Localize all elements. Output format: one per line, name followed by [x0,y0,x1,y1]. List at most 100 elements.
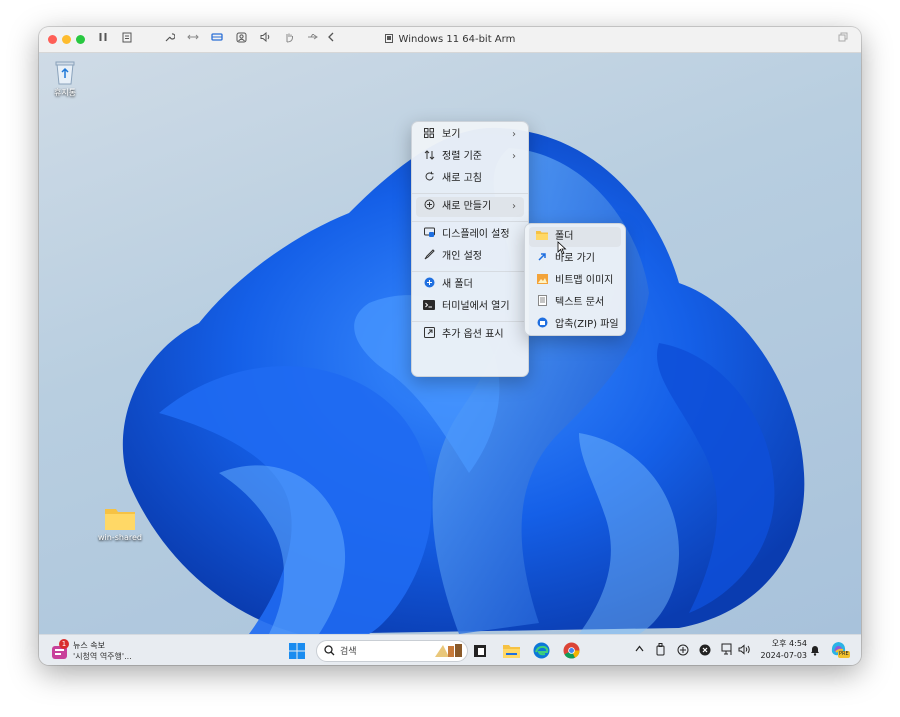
news-widget[interactable]: 1 뉴스 속보 '시청역 역주행'... [51,639,151,663]
menu-item-label: 새로 고침 [442,173,482,184]
more-options-icon [422,325,436,345]
news-title: 뉴스 속보 [73,641,105,650]
menu-item-view[interactable]: 보기 › [416,125,524,145]
clock-date: 2024-07-03 [760,651,808,660]
vm-tools-icon[interactable] [677,644,689,659]
network-icon[interactable] [721,643,734,659]
titlebar: Windows 11 64-bit Arm [39,27,861,53]
mouse-cursor-icon [557,241,567,255]
submenu-item-shortcut[interactable]: 바로 가기 [529,249,621,269]
arrows-icon[interactable] [186,32,200,46]
menu-item-label: 새로 만들기 [442,201,492,212]
pause-icon[interactable] [96,32,110,46]
minimize-button[interactable] [62,35,71,44]
clock-time: 오후 4:54 [771,639,807,648]
menu-item-sort-by[interactable]: 정렬 기준 › [416,147,524,167]
close-circle-icon[interactable] [699,644,711,659]
chevron-up-icon[interactable] [635,644,644,655]
file-explorer-icon [503,645,520,658]
folder-icon [535,227,549,247]
notification-bell-icon[interactable] [810,644,820,659]
chevron-right-icon: › [512,201,516,212]
search-icon [324,645,335,656]
submenu-item-text-document[interactable]: 텍스트 문서 [529,293,621,313]
menu-item-refresh[interactable]: 새로 고침 [416,169,524,189]
chevron-right-icon: › [512,129,516,140]
chrome-icon [563,642,580,659]
wrench-icon[interactable] [162,32,176,46]
menu-item-label: 개인 설정 [442,251,482,262]
menu-item-more-options[interactable]: 추가 옵션 표시 [416,325,524,345]
task-view-button[interactable] [473,641,489,660]
preview-badge: PRE [838,651,850,658]
menu-item-display-settings[interactable]: 디스플레이 설정 [416,225,524,245]
fullscreen-icon[interactable] [836,32,850,46]
search-highlight-icon [435,644,462,657]
folder-icon [92,505,148,533]
refresh-icon [422,169,436,189]
submenu-item-label: 비트맵 이미지 [555,275,614,286]
bitmap-icon [535,271,549,291]
zoom-button[interactable] [76,35,85,44]
snapshot-icon[interactable] [120,32,134,46]
news-subtitle: '시청역 역주행'... [73,652,132,661]
window-title-text: Windows 11 64-bit Arm [398,34,516,45]
plus-circle-icon [422,197,436,217]
desktop[interactable]: 휴지통 win-shared 보기 › 정렬 기준 › 새로 고침 새로 만들기… [39,53,861,634]
search-placeholder: 검색 [340,647,357,657]
desktop-icon-win-shared[interactable]: win-shared [92,505,148,542]
submenu-item-zip[interactable]: 압축(ZIP) 파일 [529,315,621,335]
submenu-item-folder[interactable]: 폴더 [529,227,621,247]
menu-item-personalize[interactable]: 개인 설정 [416,247,524,267]
menu-item-open-terminal[interactable]: 터미널에서 열기 [416,297,524,317]
desktop-icon-label: win-shared [98,533,142,542]
task-view-icon [474,645,486,657]
menu-item-new[interactable]: 새로 만들기 › [416,197,524,217]
taskbar-search[interactable]: 검색 [316,640,468,662]
menu-item-label: 보기 [442,129,461,140]
back-icon[interactable] [324,32,338,46]
start-button[interactable] [289,641,307,660]
desktop-icon-recycle-bin[interactable]: 휴지통 [39,59,93,98]
close-button[interactable] [48,35,57,44]
menu-separator [412,193,528,194]
hand-icon[interactable] [282,32,296,46]
context-menu: 보기 › 정렬 기준 › 새로 고침 새로 만들기 › 디스플레이 설정 개인 … [411,121,529,377]
menu-item-label: 추가 옵션 표시 [442,329,504,340]
menu-item-label: 디스플레이 설정 [442,229,510,240]
menu-separator [412,271,528,272]
user-icon[interactable] [234,32,248,46]
usb-device-icon[interactable] [656,643,665,659]
vm-icon [384,34,396,45]
terminal-icon [422,297,436,317]
edge-button[interactable] [533,641,551,660]
sort-icon [422,147,436,167]
grid-icon [422,125,436,145]
file-explorer-button[interactable] [503,641,521,660]
folder-plus-icon [422,275,436,295]
speaker-icon[interactable] [738,644,751,658]
display-icon [422,225,436,245]
menu-item-new-folder[interactable]: 새 폴더 [416,275,524,295]
submenu-item-label: 압축(ZIP) 파일 [555,319,619,330]
vm-window: Windows 11 64-bit Arm 휴지통 win-shared 보기 … [39,27,861,665]
new-submenu: 폴더 바로 가기 비트맵 이미지 텍스트 문서 압축(ZIP) 파일 [524,223,626,336]
copilot-button[interactable]: PRE [830,640,850,660]
taskbar: 1 뉴스 속보 '시청역 역주행'... 검색 오후 4:54 2024-07-… [39,634,861,665]
usb-icon[interactable] [306,32,320,46]
drive-icon[interactable] [210,32,224,46]
windows-logo-icon [289,643,305,659]
chevron-right-icon: › [512,151,516,162]
brush-icon [422,247,436,267]
submenu-item-bitmap[interactable]: 비트맵 이미지 [529,271,621,291]
chrome-button[interactable] [563,641,581,660]
shortcut-icon [535,249,549,269]
volume-icon[interactable] [258,31,272,46]
clock[interactable]: 오후 4:54 2024-07-03 [757,638,808,662]
edge-icon [533,642,550,659]
zip-icon [535,315,549,335]
menu-item-label: 새 폴더 [442,279,473,290]
text-doc-icon [535,293,549,313]
recycle-bin-icon [39,59,93,87]
desktop-icon-label: 휴지통 [53,88,77,97]
